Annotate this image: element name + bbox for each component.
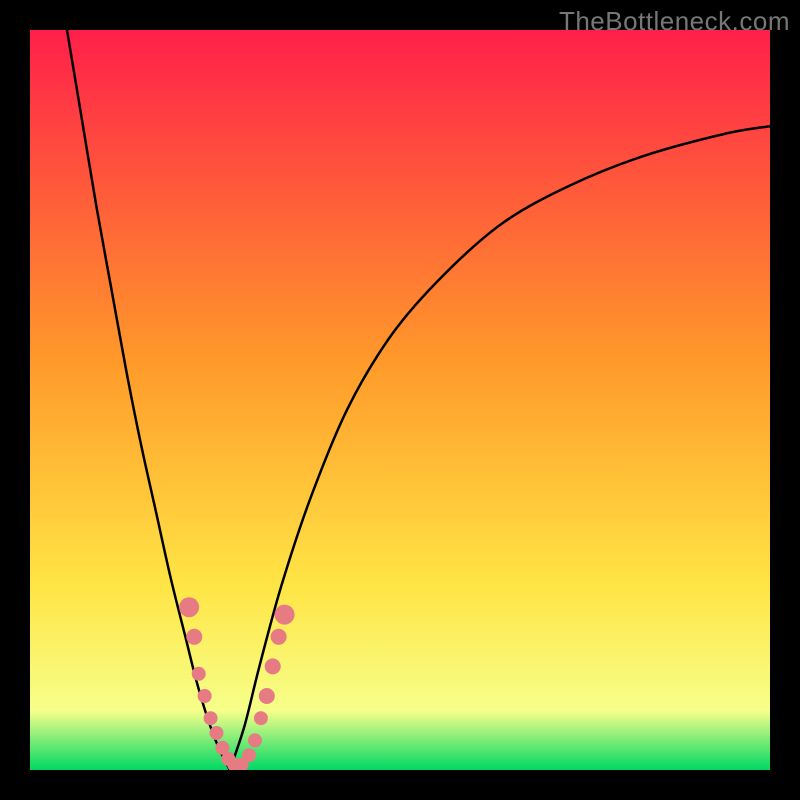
data-marker [242,748,256,762]
data-marker [186,629,202,645]
data-marker [271,629,287,645]
data-marker [192,667,206,681]
watermark-text: TheBottleneck.com [559,6,790,37]
data-marker [259,688,275,704]
data-marker [179,597,199,617]
data-marker [248,733,262,747]
gradient-background [30,30,770,770]
data-marker [265,658,281,674]
data-marker [198,689,212,703]
plot-area [30,30,770,770]
data-marker [204,711,218,725]
data-marker [209,726,223,740]
chart-svg [30,30,770,770]
data-marker [254,711,268,725]
data-marker [275,605,295,625]
